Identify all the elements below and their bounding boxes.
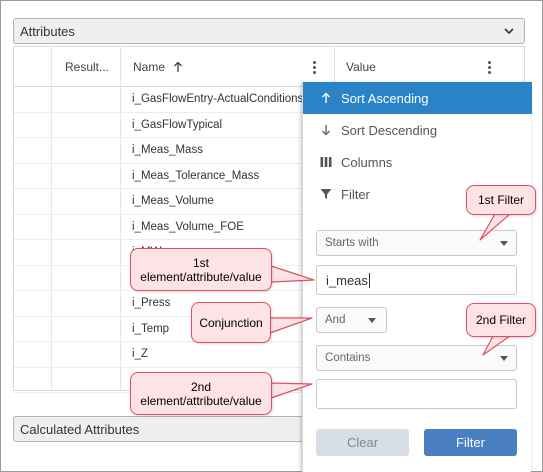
arrow-up-icon [174, 61, 182, 72]
attributes-accordion-label: Attributes [20, 23, 75, 39]
filter2-value-input[interactable] [316, 379, 517, 409]
filter2-operator-value: Contains [325, 352, 371, 364]
filter-button[interactable]: Filter [424, 429, 517, 456]
caret-down-icon [368, 318, 376, 323]
value-column-menu-icon[interactable] [488, 61, 492, 75]
menu-item-sort-ascending[interactable]: Sort Ascending [303, 82, 532, 114]
callout-first-value: 1st element/attribute/value [130, 248, 272, 291]
row-name-cell: i_Meas_Mass [132, 144, 203, 156]
filter2-operator-select[interactable]: Contains [316, 345, 517, 371]
grid-header: Result... Name Value [14, 47, 524, 87]
column-header-value[interactable]: Value [346, 47, 376, 87]
filter1-operator-value: Starts with [325, 237, 379, 249]
row-name-cell: i_GasFlowTypical [132, 118, 223, 131]
conjunction-select[interactable]: And [316, 307, 387, 333]
row-name-cell: i_Meas_Tolerance_Mass [132, 169, 260, 182]
menu-item-label: Columns [341, 154, 393, 170]
menu-item-sort-descending[interactable]: Sort Descending [303, 114, 532, 146]
calculated-attributes-label: Calculated Attributes [20, 421, 140, 437]
name-column-menu-icon[interactable] [313, 61, 317, 75]
callout-second-value: 2nd element/attribute/value [130, 372, 272, 415]
filter1-operator-select[interactable]: Starts with [316, 230, 517, 256]
column-header-result[interactable]: Result... [65, 47, 109, 87]
row-name-cell: i_Press [132, 297, 171, 309]
text-cursor [368, 272, 370, 288]
caret-down-icon [500, 241, 508, 246]
menu-item-label: Filter [341, 186, 370, 202]
row-name-cell: i_Z [132, 348, 148, 360]
menu-item-label: Sort Descending [341, 122, 438, 138]
attributes-accordion[interactable]: Attributes [13, 18, 525, 44]
column-header-name[interactable]: Name [133, 47, 183, 87]
row-name-cell: i_GasFlowEntry-ActualConditions [132, 93, 304, 105]
arrow-up-icon [315, 92, 337, 104]
row-name-cell: i_Meas_Volume [132, 195, 214, 207]
callout-conjunction: Conjunction [191, 302, 271, 343]
menu-item-label: Sort Ascending [341, 90, 429, 106]
column-header-name-label: Name [133, 60, 166, 74]
columns-icon [315, 156, 337, 168]
menu-item-columns[interactable]: Columns [303, 146, 532, 178]
filter1-value-input[interactable]: i_meas [316, 265, 517, 295]
funnel-icon [315, 188, 337, 200]
conjunction-value: And [325, 314, 346, 326]
row-name-cell: i_Temp [132, 322, 170, 335]
arrow-down-icon [315, 124, 337, 136]
caret-down-icon [500, 356, 508, 361]
callout-first-filter: 1st Filter [466, 185, 536, 215]
filter1-value-text: i_meas [326, 272, 368, 288]
callout-second-filter: 2nd Filter [466, 303, 536, 337]
clear-button[interactable]: Clear [316, 429, 409, 456]
chevron-down-icon [504, 28, 514, 35]
row-name-cell: i_Meas_Volume_FOE [132, 220, 244, 233]
